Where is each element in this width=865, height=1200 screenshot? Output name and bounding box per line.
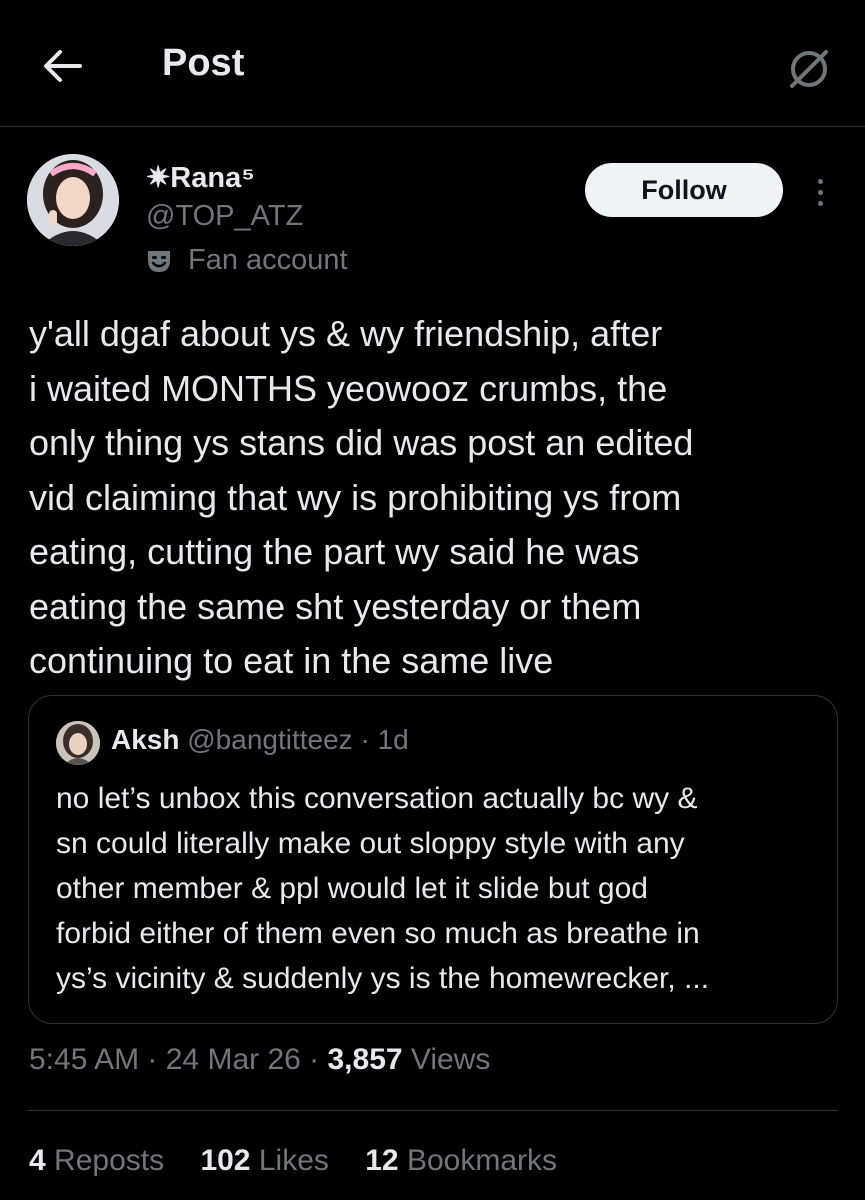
- quote-header: Aksh @bangtitteez · 1d: [111, 724, 409, 756]
- quote-text: no let’s unbox this conversation actuall…: [56, 776, 826, 1001]
- post-text-line: continuing to eat in the same live: [29, 640, 554, 681]
- quote-author-handle: @bangtitteez: [187, 724, 353, 755]
- account-label-text: Fan account: [188, 244, 348, 276]
- quote-text-line: no let’s unbox this conversation actuall…: [56, 782, 698, 815]
- reposts-stat[interactable]: 4 Reposts: [29, 1144, 164, 1178]
- post-text-line: vid claiming that wy is prohibiting ys f…: [29, 476, 682, 518]
- quote-author-name: Aksh: [111, 724, 180, 755]
- quote-text-line: sn could literally make out sloppy style…: [56, 827, 685, 860]
- quote-text-line: ys’s vicinity & suddenly ys is the homew…: [56, 962, 710, 995]
- likes-label: Likes: [258, 1144, 329, 1177]
- author-avatar[interactable]: [27, 154, 119, 246]
- views-count: 3,857: [327, 1043, 403, 1076]
- quote-time: · 1d: [360, 724, 409, 755]
- quote-author-avatar: [56, 721, 100, 765]
- likes-count: 102: [200, 1144, 251, 1177]
- quoted-post[interactable]: Aksh @bangtitteez · 1d no let’s unbox th…: [28, 695, 838, 1024]
- post-timestamp: 5:45 AM · 24 Mar 26 · 3,857 Views: [29, 1043, 491, 1076]
- reposts-label: Reposts: [54, 1144, 165, 1177]
- post-time[interactable]: 5:45 AM: [29, 1043, 139, 1076]
- arrow-left-icon: [44, 50, 82, 82]
- views-label: Views: [410, 1043, 491, 1076]
- post-text-line: y'all dgaf about ys & wy friendship, aft…: [29, 313, 663, 354]
- fan-mask-icon: [148, 250, 170, 272]
- quote-text-line: other member & ppl would let it slide bu…: [56, 872, 648, 905]
- bookmarks-stat[interactable]: 12 Bookmarks: [365, 1144, 557, 1178]
- post-date[interactable]: 24 Mar 26: [166, 1043, 301, 1076]
- bookmarks-count: 12: [365, 1144, 399, 1177]
- more-vertical-icon: [817, 178, 823, 184]
- grok-button[interactable]: [784, 44, 834, 94]
- post-text-line: eating, cutting the part wy said he was: [29, 531, 640, 572]
- more-options-button[interactable]: [805, 172, 835, 212]
- author-display-name[interactable]: ✷Rana⁵: [146, 160, 255, 195]
- reposts-count: 4: [29, 1144, 46, 1177]
- post-text-line: eating the same sht yesterday or them: [29, 585, 642, 627]
- post-text: y'all dgaf about ys & wy friendship, aft…: [29, 307, 849, 689]
- likes-stat[interactable]: 102 Likes: [200, 1144, 328, 1178]
- bookmarks-label: Bookmarks: [406, 1144, 557, 1177]
- post-text-line: only thing ys stans did was post an edit…: [29, 422, 694, 463]
- account-label: Fan account: [146, 244, 348, 277]
- engagement-stats: 4 Reposts 102 Likes 12 Bookmarks: [29, 1144, 585, 1178]
- author-handle[interactable]: @TOP_ATZ: [146, 200, 303, 233]
- follow-button[interactable]: Follow: [585, 163, 783, 217]
- top-bar: Post: [0, 0, 865, 127]
- grok-icon: [790, 50, 828, 88]
- quote-text-line: forbid either of them even so much as br…: [56, 917, 700, 950]
- post-text-line: i waited MONTHS yeowooz crumbs, the: [29, 367, 668, 409]
- divider: [28, 1110, 838, 1111]
- back-button[interactable]: [40, 46, 84, 86]
- page-title: Post: [162, 42, 245, 84]
